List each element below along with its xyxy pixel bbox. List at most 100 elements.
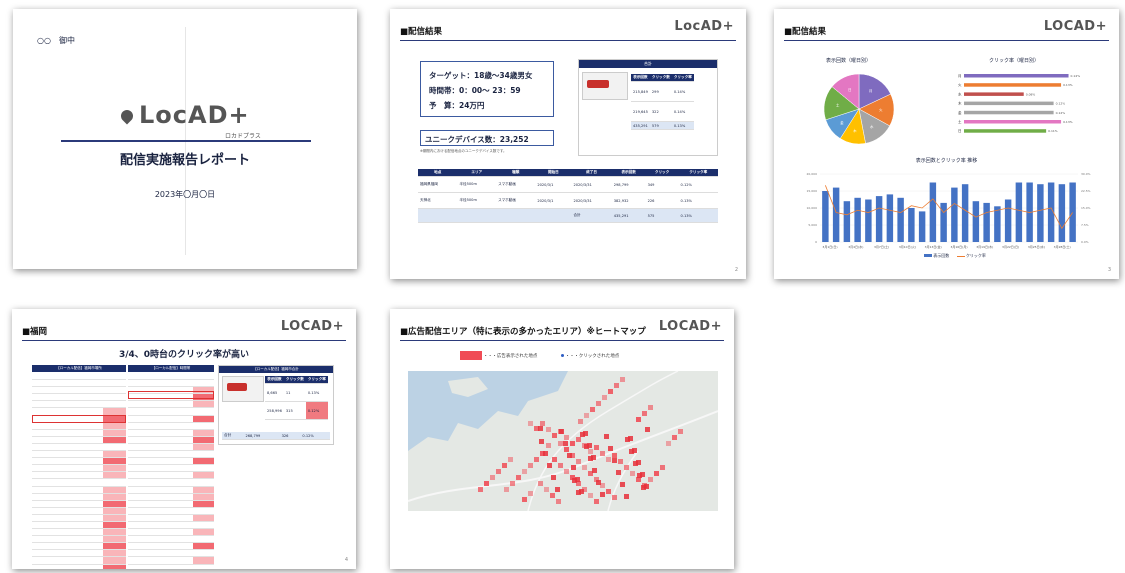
heat-cell bbox=[594, 499, 599, 504]
highlight-cell bbox=[102, 429, 126, 436]
y-tick-label: 10,000 bbox=[807, 206, 818, 210]
title-rule bbox=[61, 140, 311, 142]
highlight-cell bbox=[192, 458, 214, 465]
logo-text: LocAD+ bbox=[139, 101, 250, 129]
heat-cell bbox=[612, 458, 617, 463]
slide-cover[interactable]: ○○ 御中 LocAD+ ロカドプラス 配信実施報告レポート 2023年〇月〇日 bbox=[13, 9, 357, 269]
x-tick-label: 3月7日(土) bbox=[874, 244, 889, 249]
slide-results-summary[interactable]: ■配信結果 LocAD+ ターゲット：18歳～34歳男女 時間帯：0：00～ 23… bbox=[390, 9, 746, 279]
highlight-cell bbox=[102, 529, 126, 536]
y2-tick-label: 0.0% bbox=[1081, 240, 1089, 244]
y-tick-label: 15,000 bbox=[807, 189, 818, 193]
table-row bbox=[32, 493, 126, 501]
logo: LocAD+ bbox=[674, 19, 734, 34]
combo-bar bbox=[1015, 182, 1023, 242]
heat-cell bbox=[648, 477, 653, 482]
pie-label: 木 bbox=[853, 128, 857, 133]
pie-label: 土 bbox=[836, 102, 840, 107]
table-row bbox=[32, 500, 126, 508]
combo-bar bbox=[865, 199, 872, 242]
table-row bbox=[32, 557, 126, 565]
pie-label: 月 bbox=[869, 88, 873, 93]
heat-cell bbox=[629, 449, 634, 454]
heat-cell bbox=[600, 451, 605, 456]
slide-heatmap[interactable]: ■広告配信エリア（特に表示の多かったエリア）※ヒートマップ LOCAD+ ・・・広… bbox=[390, 309, 734, 569]
heat-cell bbox=[546, 443, 551, 448]
slide-fukuoka[interactable]: ■福岡 LOCAD+ 3/4、0時台のクリック率が高い 【ローカル配信】福岡市場所… bbox=[12, 309, 356, 569]
x-tick-label: 3月1日(日) bbox=[822, 245, 837, 249]
heat-cell bbox=[608, 389, 613, 394]
heat-cell bbox=[590, 407, 595, 412]
bar-value-label: 0.14% bbox=[1071, 74, 1081, 78]
heat-cell bbox=[630, 471, 635, 476]
highlight-cell bbox=[192, 557, 214, 564]
table-row bbox=[128, 543, 214, 551]
x-tick-label: 3月25日(水) bbox=[1028, 244, 1045, 249]
table-row bbox=[32, 380, 126, 388]
combo-title: 表示回数とクリック率 推移 bbox=[915, 158, 978, 164]
heat-cell bbox=[564, 447, 569, 452]
heat-cell bbox=[558, 441, 563, 446]
heat-cell bbox=[564, 469, 569, 474]
heatmap-map[interactable] bbox=[408, 371, 718, 511]
table-row: 天神北 半径500m スマホ動画 2020/3/1 2020/3/31 382,932 22… bbox=[418, 192, 718, 210]
highlight-cell bbox=[192, 443, 214, 451]
slide-results-charts[interactable]: ■配信結果 LOCAD+ 表示回数（曜日別） クリック率（曜日別） 月火水木金土日… bbox=[774, 9, 1119, 279]
heat-cell bbox=[642, 411, 647, 416]
logo: LOCAD+ bbox=[280, 319, 344, 334]
bar bbox=[964, 101, 1054, 106]
heat-cell bbox=[576, 437, 581, 442]
heat-cell bbox=[637, 473, 642, 478]
heat-cell bbox=[576, 490, 581, 495]
heat-cell bbox=[559, 429, 564, 434]
heat-cell bbox=[528, 491, 533, 496]
heat-cell bbox=[616, 470, 621, 475]
heat-cell bbox=[648, 405, 653, 410]
combo-bar bbox=[1069, 182, 1076, 242]
heat-cell bbox=[558, 463, 563, 468]
page-number: 3 bbox=[1107, 267, 1111, 273]
table-row bbox=[128, 486, 214, 494]
table-row bbox=[128, 401, 214, 409]
table-row bbox=[32, 521, 126, 530]
click-legend-label: ・・・クリックされた地点 bbox=[565, 354, 620, 359]
legend-line-swatch bbox=[956, 256, 965, 257]
combo-bar bbox=[940, 202, 947, 242]
creative-logo-icon bbox=[587, 80, 609, 88]
heat-cell bbox=[641, 485, 646, 490]
slide-heading: ■配信結果 bbox=[400, 27, 443, 37]
heat-cell bbox=[508, 457, 513, 462]
highlight-cell bbox=[102, 486, 126, 493]
heat-cell bbox=[596, 401, 601, 406]
heat-cell bbox=[606, 489, 611, 494]
heat-cell bbox=[588, 493, 593, 498]
heat-cell bbox=[484, 481, 489, 486]
combo-bar bbox=[854, 197, 861, 242]
x-tick-label: 3月28日(土) bbox=[1054, 244, 1071, 249]
table3-title: 【ローカル配信】福岡市合計 bbox=[219, 366, 333, 373]
creative-thumb bbox=[222, 376, 264, 402]
heat-cell bbox=[624, 465, 629, 470]
table-row bbox=[128, 529, 214, 537]
table1-title: 【ローカル配信】福岡市場所 bbox=[32, 365, 126, 372]
creative-thumb bbox=[582, 72, 628, 100]
heat-cell bbox=[490, 475, 495, 480]
heat-cell bbox=[636, 417, 641, 422]
table-row bbox=[128, 508, 214, 515]
budget-text: 予 算：24万円 bbox=[429, 101, 485, 110]
heat-cell bbox=[580, 432, 585, 437]
heat-legend: ・・・広告表示された地点 ・・・クリックされた地点 bbox=[460, 351, 619, 360]
y2-tick-label: 22.5% bbox=[1081, 189, 1091, 193]
map-pin-icon bbox=[118, 107, 136, 125]
delivery-table: 地点 エリア 種類 開始日 終了日 表示回数 クリック クリック率 福岡県福岡 半径500m スマ… bbox=[418, 169, 718, 224]
table-row bbox=[32, 422, 126, 430]
highlight-cell bbox=[192, 401, 214, 408]
table-row bbox=[32, 465, 126, 473]
x-tick-label: 3月4日(水) bbox=[848, 244, 863, 249]
highlight-cell bbox=[102, 550, 126, 557]
heat-cell bbox=[620, 482, 625, 487]
heat-cell bbox=[645, 427, 650, 432]
report-date: 2023年〇月〇日 bbox=[154, 190, 216, 199]
highlight-cell bbox=[192, 415, 214, 422]
target-text: ターゲット：18歳～34歳男女 bbox=[429, 71, 533, 80]
